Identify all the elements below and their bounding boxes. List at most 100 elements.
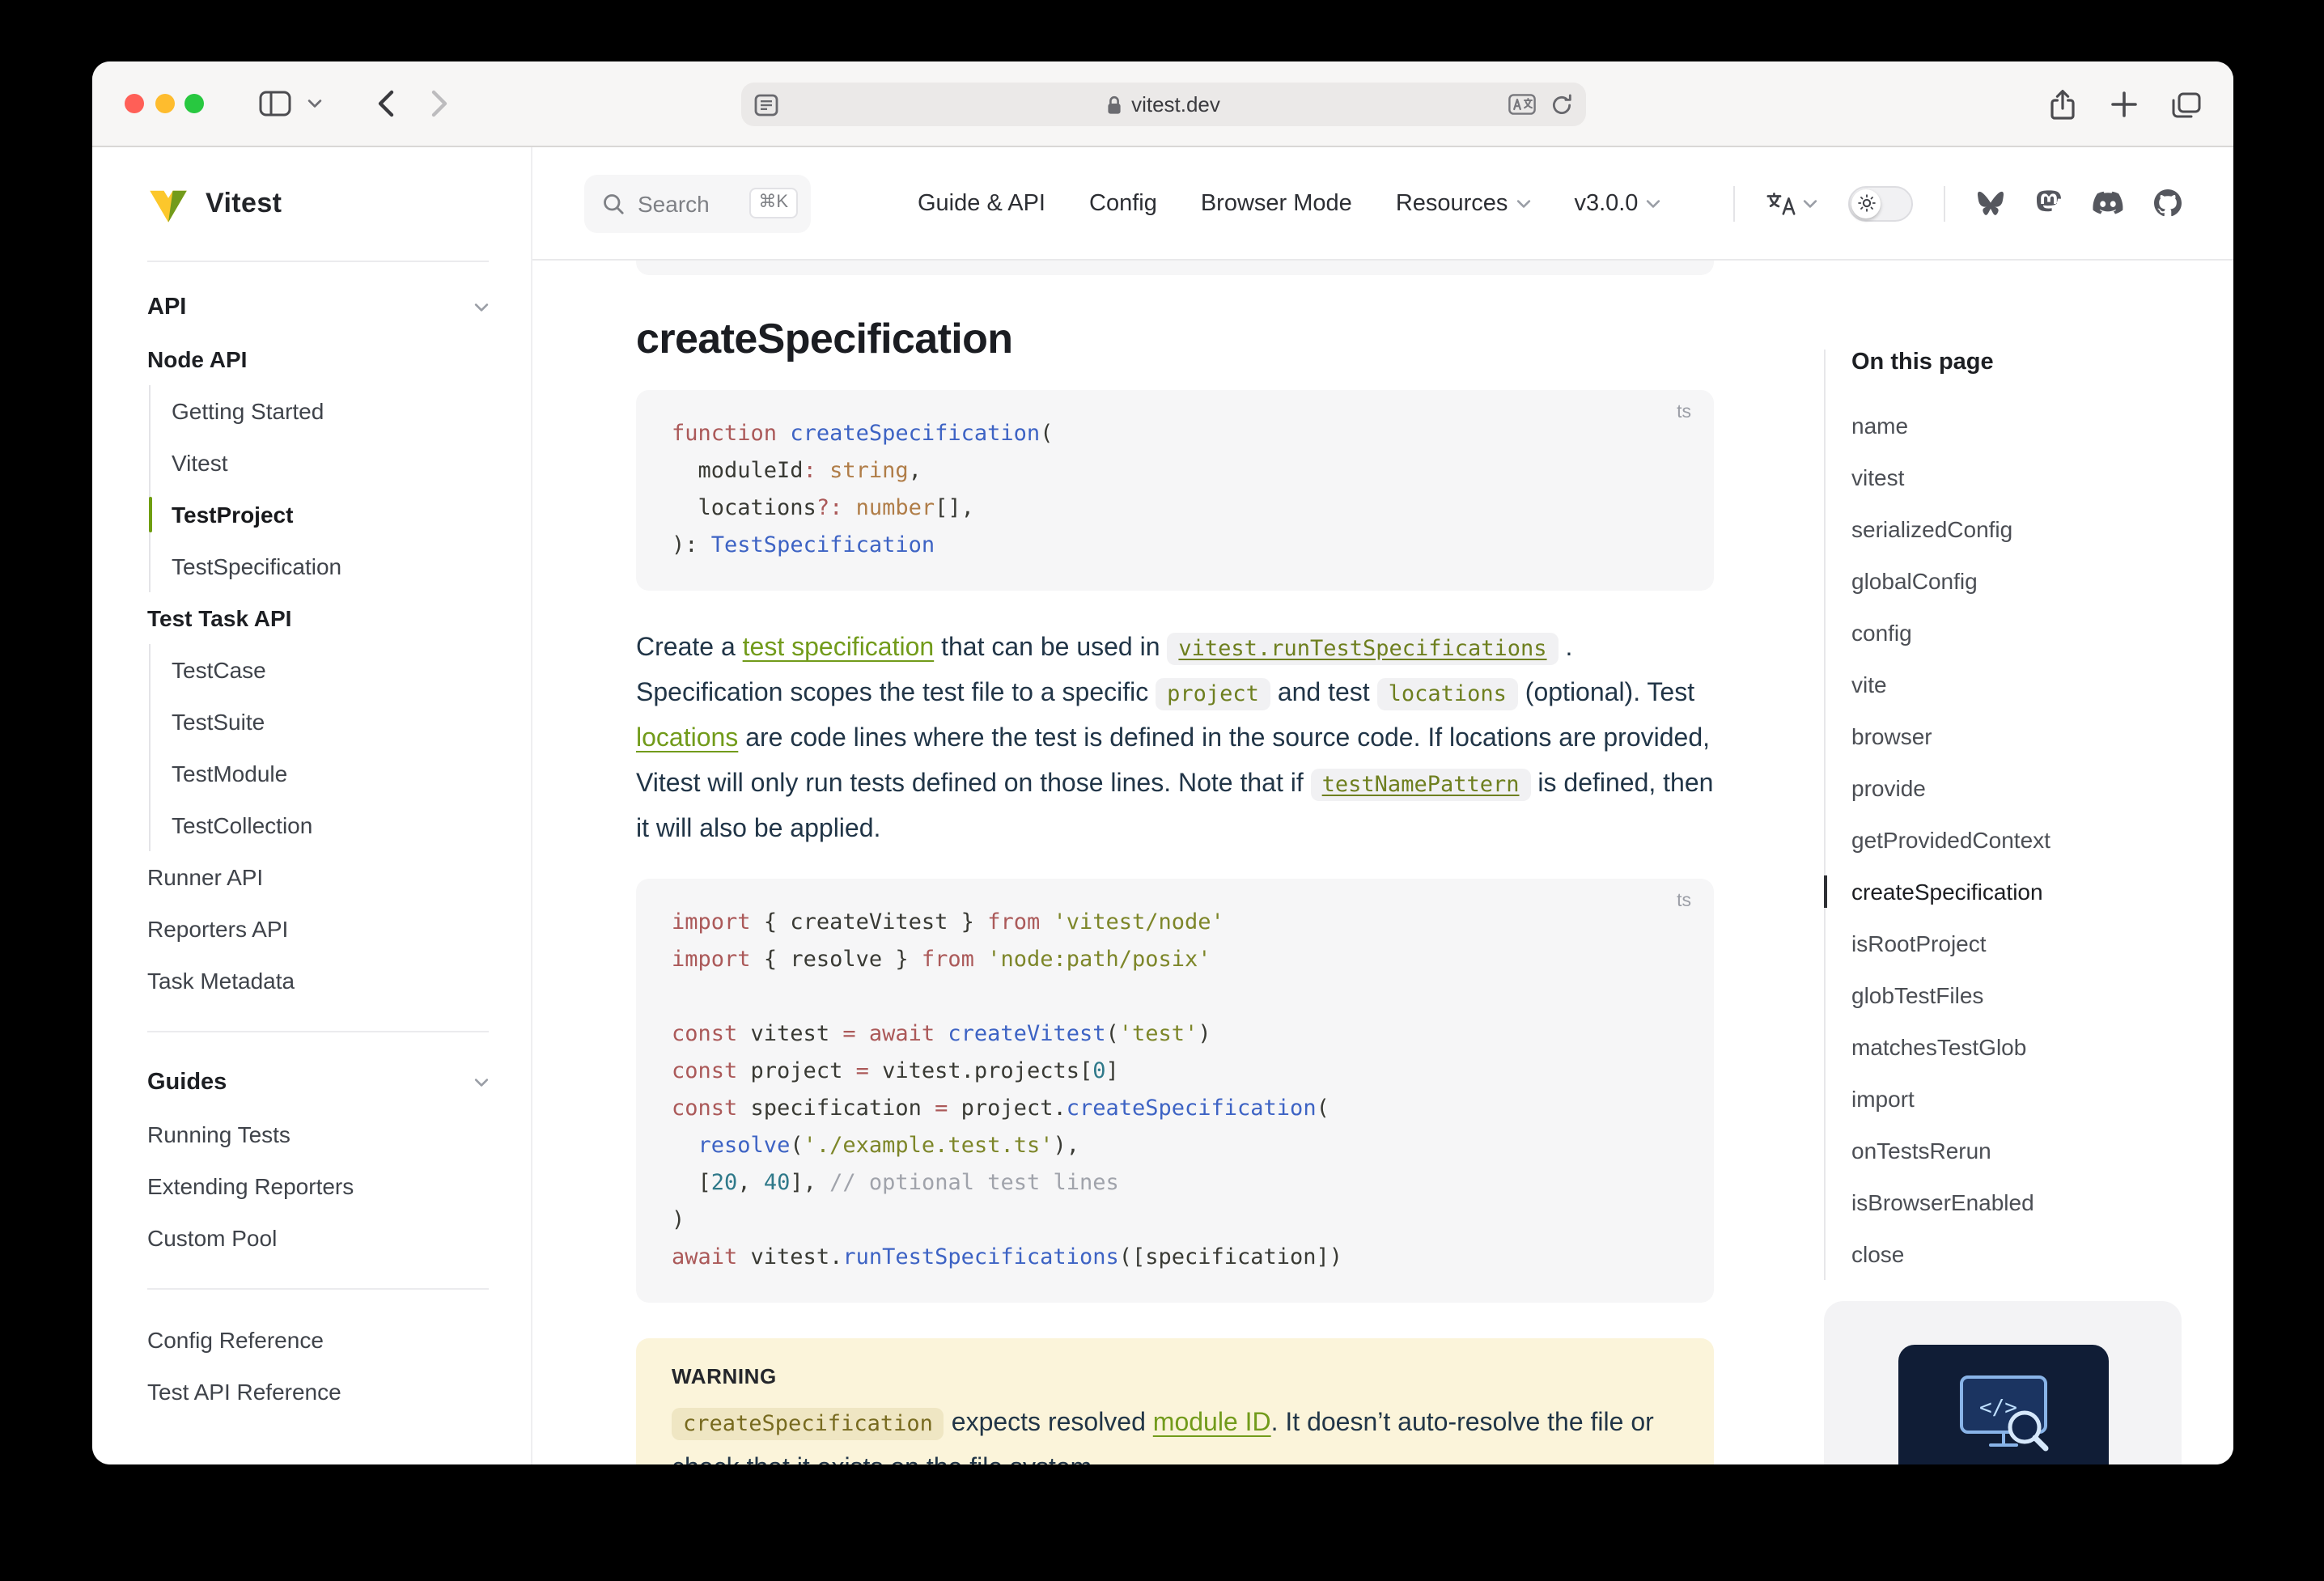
sidebar-item-testsuite[interactable]: TestSuite — [172, 696, 489, 748]
sponsor-ad-card[interactable]: </> — [1824, 1301, 2182, 1464]
back-button[interactable] — [371, 83, 401, 125]
nav-link-label: Resources — [1396, 190, 1508, 216]
sidebar-menu-chevron-button[interactable] — [301, 92, 329, 115]
text-segment: (optional). Test — [1518, 680, 1694, 707]
nav-link-browser-mode[interactable]: Browser Mode — [1201, 190, 1352, 216]
inline-code: locations — [1377, 678, 1518, 710]
signature-code: function createSpecification( moduleId: … — [672, 416, 1678, 565]
toc-item-globalconfig[interactable]: globalConfig — [1851, 555, 2182, 607]
inline-code-link-vitest-runtestspecifications[interactable]: vitest.runTestSpecifications — [1167, 633, 1558, 665]
toc-item-import[interactable]: import — [1851, 1073, 2182, 1125]
sidebar-item-testspecification[interactable]: TestSpecification — [172, 540, 489, 592]
sidebar-section-api[interactable]: API — [147, 282, 489, 333]
code-block-example: ts import { createVitest } from 'vitest/… — [636, 879, 1714, 1303]
inline-code: project — [1156, 678, 1270, 710]
inline-link-locations[interactable]: locations — [636, 725, 738, 752]
nav-link-resources[interactable]: Resources — [1396, 190, 1531, 216]
toc-item-vite[interactable]: vite — [1851, 659, 2182, 710]
language-menu-button[interactable] — [1766, 190, 1817, 216]
translate-button[interactable] — [1508, 94, 1536, 115]
sidebar-item-config-reference[interactable]: Config Reference — [147, 1314, 489, 1366]
sidebar-item-label: Custom Pool — [147, 1225, 277, 1251]
sidebar-item-custom-pool[interactable]: Custom Pool — [147, 1212, 489, 1264]
toc-item-name[interactable]: name — [1851, 400, 2182, 451]
sidebar-item-vitest[interactable]: Vitest — [172, 437, 489, 489]
new-tab-button[interactable] — [2110, 91, 2138, 118]
svg-text:</>: </> — [1978, 1396, 2017, 1420]
forward-button[interactable] — [424, 83, 455, 125]
chevron-down-icon — [474, 1078, 489, 1087]
text-segment: expects resolved — [944, 1409, 1153, 1437]
sidebar-item-label: Extending Reporters — [147, 1173, 354, 1199]
sidebar-item-testcase[interactable]: TestCase — [172, 644, 489, 696]
sidebar-item-runner-api[interactable]: Runner API — [147, 851, 489, 903]
toc-item-serializedconfig[interactable]: serializedConfig — [1851, 503, 2182, 555]
plus-icon — [2110, 91, 2138, 118]
nav-link-config[interactable]: Config — [1089, 190, 1157, 216]
sidebar-item-test-task-api[interactable]: Test Task API — [147, 592, 489, 644]
vitest-home-link[interactable]: Vitest — [92, 147, 531, 261]
share-button[interactable] — [2049, 88, 2076, 121]
nav-link-label: Browser Mode — [1201, 190, 1352, 216]
inline-link-module-id[interactable]: module ID — [1153, 1409, 1271, 1437]
toc-item-isbrowserenabled[interactable]: isBrowserEnabled — [1851, 1176, 2182, 1228]
toc-item-matchestestglob[interactable]: matchesTestGlob — [1851, 1021, 2182, 1073]
sidebar-item-node-api[interactable]: Node API — [147, 333, 489, 385]
sidebar-item-label: API — [147, 295, 186, 320]
nav-link-label: v3.0.0 — [1574, 190, 1638, 216]
sidebar-item-extending-reporters[interactable]: Extending Reporters — [147, 1160, 489, 1212]
sidebar-item-testproject[interactable]: TestProject — [172, 489, 489, 540]
toc-item-globtestfiles[interactable]: globTestFiles — [1851, 969, 2182, 1021]
mastodon-link[interactable] — [2036, 189, 2062, 217]
toc-item-createspecification[interactable]: createSpecification — [1851, 866, 2182, 918]
sidebar-item-label: Guides — [147, 1070, 227, 1096]
tab-overview-button[interactable] — [2172, 91, 2201, 117]
sidebar-divider — [147, 1288, 489, 1290]
toc-item-config[interactable]: config — [1851, 607, 2182, 659]
sidebar-item-testcollection[interactable]: TestCollection — [172, 799, 489, 851]
toc-item-browser[interactable]: browser — [1851, 710, 2182, 762]
toc-item-provide[interactable]: provide — [1851, 762, 2182, 814]
toc-item-ontestsrerun[interactable]: onTestsRerun — [1851, 1125, 2182, 1176]
sidebar-toggle-button[interactable] — [252, 84, 298, 123]
reload-button[interactable] — [1550, 93, 1573, 116]
text-segment: that can be used in — [934, 634, 1167, 662]
toc-item-getprovidedcontext[interactable]: getProvidedContext — [1851, 814, 2182, 866]
sidebar-item-label: Running Tests — [147, 1121, 290, 1147]
close-button[interactable] — [125, 94, 144, 113]
inline-code-link-testnamepattern[interactable]: testNamePattern — [1311, 769, 1531, 801]
github-link[interactable] — [2154, 189, 2182, 217]
toc-title: On this page — [1851, 350, 2182, 375]
address-bar[interactable]: vitest.dev — [741, 83, 1586, 126]
toc-item-vitest[interactable]: vitest — [1851, 451, 2182, 503]
nav-link-v3-0-0[interactable]: v3.0.0 — [1574, 190, 1660, 216]
sidebar-item-reporters-api[interactable]: Reporters API — [147, 903, 489, 955]
mastodon-icon — [2036, 189, 2062, 217]
inline-link-test-specification[interactable]: test specification — [743, 634, 935, 662]
sidebar-item-test-api-reference[interactable]: Test API Reference — [147, 1366, 489, 1418]
nav-link-guide-api[interactable]: Guide & API — [918, 190, 1045, 216]
toc-item-isrootproject[interactable]: isRootProject — [1851, 918, 2182, 969]
share-icon — [2049, 88, 2076, 121]
navbar-right — [1733, 185, 2182, 221]
back-icon — [377, 89, 395, 118]
bluesky-link[interactable] — [1976, 190, 2005, 216]
navbar-separator — [1944, 185, 1945, 221]
ad-image: </> — [1898, 1345, 2108, 1464]
sidebar-section-guides[interactable]: Guides — [147, 1057, 489, 1108]
zoom-button[interactable] — [184, 94, 204, 113]
sidebar-item-testmodule[interactable]: TestModule — [172, 748, 489, 799]
page-settings-button[interactable] — [754, 93, 778, 116]
theme-toggle[interactable] — [1848, 185, 1913, 221]
theme-toggle-knob — [1851, 189, 1881, 218]
discord-link[interactable] — [2093, 191, 2123, 215]
bluesky-icon — [1976, 190, 2005, 216]
toc-item-close[interactable]: close — [1851, 1228, 2182, 1280]
minimize-button[interactable] — [155, 94, 174, 113]
sidebar-item-running-tests[interactable]: Running Tests — [147, 1108, 489, 1160]
desktop: vitest.dev — [0, 0, 2324, 1581]
sidebar-item-getting-started[interactable]: Getting Started — [172, 385, 489, 437]
sidebar-item-task-metadata[interactable]: Task Metadata — [147, 955, 489, 1007]
main-area: Search ⌘K Guide & API Config Browser Mode R… — [532, 147, 2233, 1464]
search-button[interactable]: Search ⌘K — [584, 174, 811, 232]
